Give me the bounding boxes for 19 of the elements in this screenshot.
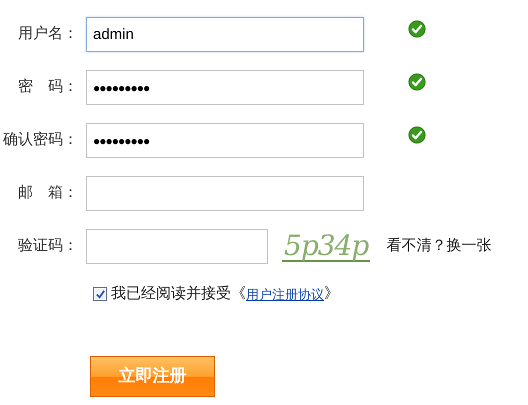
- agreement-text: 我已经阅读并接受《: [111, 284, 246, 304]
- field-label: 验证码：: [17, 236, 79, 256]
- agreement-link[interactable]: 用户注册协议: [246, 284, 324, 304]
- refresh-link[interactable]: 看不清？换一张: [386, 235, 492, 258]
- field-label: 确认密码：: [2, 130, 79, 150]
- field-label: 用户名：: [17, 24, 79, 44]
- captcha-image: 5p34p: [282, 232, 370, 262]
- check-icon: [408, 20, 426, 38]
- input-field[interactable]: [86, 176, 364, 211]
- input-field[interactable]: admin: [86, 17, 364, 52]
- field-label: 邮 箱：: [17, 183, 79, 204]
- agreement-text: 》: [324, 284, 339, 304]
- input-field[interactable]: [86, 229, 268, 264]
- checkbox[interactable]: [93, 287, 107, 302]
- check-icon: [408, 72, 426, 90]
- check-icon: [408, 126, 426, 144]
- field-label: 密 码：: [17, 77, 79, 98]
- password-field[interactable]: ●●●●●●●●●: [86, 123, 364, 158]
- password-field[interactable]: ●●●●●●●●●: [86, 70, 364, 105]
